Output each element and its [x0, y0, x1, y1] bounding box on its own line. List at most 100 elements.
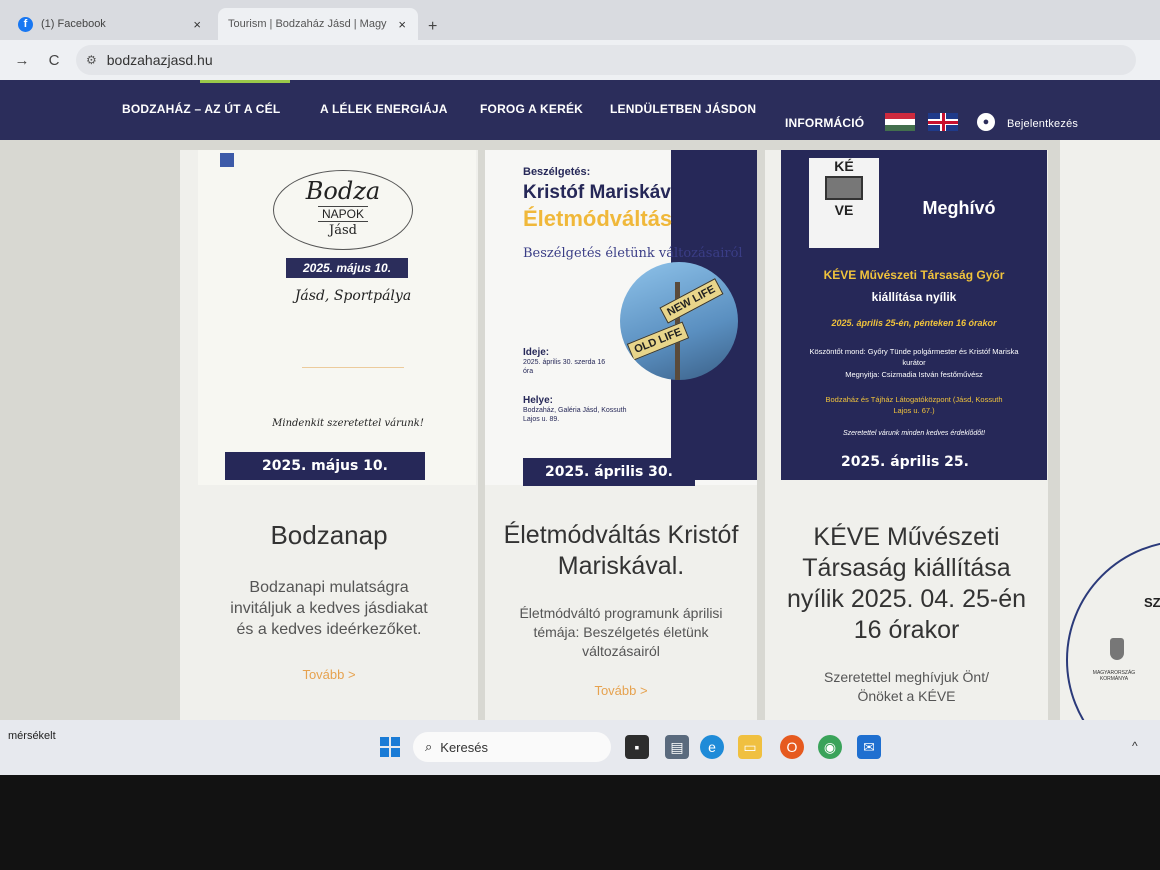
poster-venue: Bodzaház és Tájház Látogatóközpont (Jásd… [825, 395, 1003, 415]
poster-date: 2025. május 10. [286, 258, 408, 278]
address-bar: → C ⚙ bodzahazjasd.hu [0, 40, 1160, 80]
signpost-image: NEW LIFE OLD LIFE [620, 262, 738, 380]
chevron-up-icon[interactable]: ^ [1132, 739, 1138, 753]
venue-value: Bodzaház, Galéria Jásd, Kossuth Lajos u.… [523, 407, 627, 423]
venue-label: Helye: [523, 395, 554, 406]
active-accent [200, 80, 290, 83]
nav-item-lelek[interactable]: A LÉLEK ENERGIÁJA [320, 102, 448, 116]
poster-label: Beszélgetés: [523, 166, 591, 178]
login-link[interactable]: Bejelentkezés [1007, 118, 1078, 130]
poster-place: Jásd [329, 223, 357, 238]
facebook-icon: f [18, 16, 33, 32]
tab-label: (1) Facebook [41, 18, 106, 30]
poster-location: Jásd, Sportpálya [294, 288, 412, 304]
poster-venue: Helye: Bodzaház, Galéria Jásd, Kossuth L… [523, 396, 633, 424]
keve-logo: KÉ VE [809, 158, 879, 248]
card-text: Szeretettel meghívjuk Önt/Önöket a KÉVE [824, 669, 989, 704]
edge-icon[interactable]: e [700, 735, 724, 759]
poster-name: Kristóf Mariskával [523, 182, 687, 203]
time-label: Ideje: [523, 347, 550, 358]
event-date: 2025. április 25. [815, 448, 995, 476]
circle-decoration [1066, 540, 1160, 720]
event-poster: KÉ VE Meghívó KÉVE Művészeti Társaság Gy… [781, 150, 1047, 480]
taskbar-search-input[interactable]: ⌕ Keresés [413, 732, 611, 762]
monitor-bezel [0, 775, 1160, 870]
poster-opening: kiállítása nyílik [871, 290, 957, 304]
poster-logo: Bodza NAPOK Jásd [273, 170, 413, 250]
forward-icon[interactable]: → [12, 52, 32, 69]
browser-tab-bar: f (1) Facebook × Tourism | Bodzaház Jásd… [0, 0, 1160, 40]
tab-tourism[interactable]: Tourism | Bodzaház Jásd | Magy × [218, 8, 418, 40]
event-card-keve[interactable]: KÉ VE Meghívó KÉVE Művészeti Társaság Gy… [765, 150, 1048, 720]
windows-taskbar: mérsékelt ⌕ Keresés ▪ ▤ e ▭ O ◉ ✉ ^ [0, 720, 1160, 775]
reload-icon[interactable]: C [44, 52, 64, 69]
sign-new: NEW LIFE [659, 278, 724, 324]
tab-facebook[interactable]: f (1) Facebook × [8, 8, 213, 40]
poster-org: KÉVE Művészeti Társaság Győr [823, 268, 1005, 282]
card-title: Bodzanap [270, 520, 388, 550]
decoration [220, 153, 234, 167]
partner-title: SZ [1144, 595, 1160, 610]
user-icon[interactable]: ● [977, 113, 995, 131]
more-link[interactable]: Tovább > [180, 667, 478, 682]
windows-start-icon[interactable] [380, 737, 400, 757]
search-placeholder: Keresés [440, 739, 488, 755]
poster-highlight: ————————————————— [302, 365, 404, 371]
tab-label: Tourism | Bodzaház Jásd | Magy [228, 18, 387, 30]
nav-item-lendulet[interactable]: LENDÜLETBEN JÁSDON [610, 102, 756, 116]
poster-welcome: Mindenkit szeretettel várunk! [272, 418, 424, 429]
page-content: Bodza NAPOK Jásd 2025. május 10. Jásd, S… [0, 140, 1160, 720]
nav-item-bodzahaz[interactable]: BODZAHÁZ – AZ ÚT A CÉL [122, 102, 280, 116]
time-value: 2025. április 30. szerda 16 óra [523, 359, 606, 375]
opera-icon[interactable]: O [780, 735, 804, 759]
nav-item-informacio[interactable]: INFORMÁCIÓ [785, 116, 864, 130]
coat-of-arms-icon [1110, 638, 1124, 660]
poster-topic: Beszélgetés életünk változásairól [523, 246, 743, 261]
hungarian-flag-icon[interactable] [885, 113, 915, 131]
event-date: 2025. április 30. [523, 458, 695, 486]
card-body: Bodzanap Bodzanapi mulatságra invitáljuk… [180, 510, 478, 682]
card-title: Életmódváltás Kristóf Mariskával. [503, 521, 739, 580]
poster-greeting: Köszöntőt mond: Győry Tünde polgármester… [809, 347, 1019, 367]
poster-invite: Szeretettel várunk minden kedves érdeklő… [842, 430, 986, 437]
url-input[interactable]: ⚙ bodzahazjasd.hu [76, 45, 1136, 75]
poster-when: 2025. április 25-én, pénteken 16 órakor [831, 318, 997, 328]
widgets-icon[interactable]: ▤ [665, 735, 689, 759]
poster-opener: Megnyitja: Csizmadia István festőművész [845, 370, 983, 379]
mail-icon[interactable]: ✉ [857, 735, 881, 759]
url-text: bodzahazjasd.hu [106, 52, 213, 68]
chrome-icon[interactable]: ◉ [818, 735, 842, 759]
more-link[interactable]: Tovább > [485, 683, 757, 698]
card-body: Életmódváltás Kristóf Mariskával. Életmó… [485, 510, 757, 698]
site-navigation: BODZAHÁZ – AZ ÚT A CÉL A LÉLEK ENERGIÁJA… [0, 80, 1160, 140]
poster-time: Ideje: 2025. április 30. szerda 16 óra [523, 348, 613, 376]
book-icon [825, 176, 863, 200]
card-text: Életmódváltó programunk áprilisi témája:… [519, 605, 723, 659]
event-poster: Bodza NAPOK Jásd 2025. május 10. Jásd, S… [198, 150, 476, 485]
nav-item-forog[interactable]: FOROG A KERÉK [480, 102, 583, 116]
poster-title: Bodza [305, 177, 381, 205]
poster-heading: Meghívó [922, 198, 996, 218]
card-text: Bodzanapi mulatságra invitáljuk a kedves… [230, 579, 428, 638]
file-explorer-icon[interactable]: ▭ [738, 735, 762, 759]
task-view-icon[interactable]: ▪ [625, 735, 649, 759]
site-settings-icon[interactable]: ⚙ [86, 53, 97, 67]
weather-widget[interactable]: mérsékelt [8, 730, 56, 742]
logo-text: VE [834, 202, 854, 218]
poster-theme: Életmódváltás [523, 206, 673, 231]
logo-text: KÉ [834, 158, 854, 174]
close-icon[interactable]: × [398, 17, 406, 32]
poster-subtitle: NAPOK [317, 206, 368, 222]
event-card-bodzanap[interactable]: Bodza NAPOK Jásd 2025. május 10. Jásd, S… [180, 150, 478, 720]
partner-card[interactable]: SZ MAGYARORSZÁG KORMÁNYA [1060, 140, 1160, 720]
event-poster: Beszélgetés: Kristóf Mariskával Életmódv… [485, 150, 757, 485]
event-card-eletmodvaltas[interactable]: Beszélgetés: Kristóf Mariskával Életmódv… [485, 150, 757, 720]
government-label: MAGYARORSZÁG KORMÁNYA [1092, 670, 1136, 682]
new-tab-button[interactable]: + [428, 18, 437, 36]
search-icon: ⌕ [425, 739, 433, 754]
close-icon[interactable]: × [193, 17, 201, 32]
card-body: KÉVE Művészeti Társaság kiállítása nyíli… [765, 510, 1048, 706]
card-title: KÉVE Művészeti Társaság kiállítása nyíli… [786, 523, 1027, 644]
uk-flag-icon[interactable] [928, 113, 958, 131]
event-date: 2025. május 10. [225, 452, 425, 480]
